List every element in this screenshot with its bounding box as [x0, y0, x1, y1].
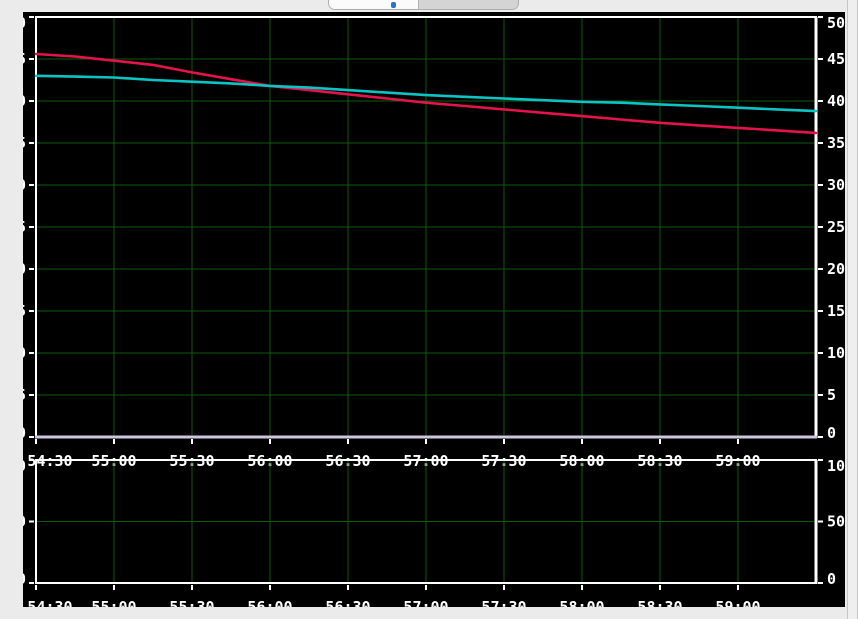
- y-tick-label-left: 25: [23, 218, 26, 236]
- y-tick-label-left: 15: [23, 302, 26, 320]
- view-toggle-segment-unselected[interactable]: [419, 0, 518, 9]
- y-tick-label-left: 50: [23, 513, 26, 531]
- y-tick-label-left: 0: [23, 570, 26, 588]
- y-tick-label-right: 30: [827, 176, 845, 194]
- y-tick-label-right: 35: [827, 134, 845, 152]
- y-tick-label-left: 0: [23, 424, 26, 442]
- y-tick-label-right: 45: [827, 50, 845, 68]
- x-tick-label: 54:30: [27, 598, 72, 607]
- view-toggle[interactable]: [328, 0, 519, 10]
- x-tick-label: 57:00: [403, 598, 448, 607]
- temperature-chart: 54:3055:0055:3056:0056:3057:0057:3058:00…: [23, 14, 845, 470]
- chart-panel: 54:30 55:00 55:30 56:00 56:30 57:00 57:30 58:00…: [23, 12, 845, 607]
- vertical-scrollbar[interactable]: [847, 0, 858, 619]
- view-toggle-segment-selected[interactable]: [329, 0, 419, 9]
- y-tick-label-left: 50: [23, 14, 26, 32]
- percent-chart: 54:30 55:00 55:30 56:00 56:30 57:00 57:30 58:00…: [23, 457, 845, 607]
- y-tick-label-right: 40: [827, 92, 845, 110]
- y-tick-label-right: 50: [827, 14, 845, 32]
- x-tick-label: 58:30: [637, 598, 682, 607]
- x-tick-label: 56:30: [325, 598, 370, 607]
- x-tick-label: 55:00: [91, 598, 136, 607]
- y-tick-label-left: 10: [23, 344, 26, 362]
- y-tick-label-right: 0: [827, 570, 836, 588]
- y-tick-label-right: 10: [827, 344, 845, 362]
- y-tick-label-right: 100: [827, 457, 845, 475]
- grid-lines: [36, 460, 816, 583]
- selected-tab-accent-mark: [391, 2, 396, 8]
- y-tick-label-right: 50: [827, 513, 845, 531]
- axis-labels: 54:3055:0055:3056:0056:3057:0057:3058:00…: [23, 14, 845, 470]
- x-tick-label: 56:00: [247, 598, 292, 607]
- y-tick-label-left: 100: [23, 457, 26, 475]
- y-tick-label-right: 15: [827, 302, 845, 320]
- y-tick-label-left: 30: [23, 176, 26, 194]
- y-tick-label-left: 5: [23, 386, 26, 404]
- x-tick-label: 59:00: [715, 598, 760, 607]
- x-tick-label: 57:30: [481, 598, 526, 607]
- y-tick-label-right: 25: [827, 218, 845, 236]
- axis-labels: 54:30 55:00 55:30 56:00 56:30 57:00 57:30 58:00…: [23, 457, 845, 607]
- y-tick-label-left: 35: [23, 134, 26, 152]
- x-tick-label: 55:30: [169, 598, 214, 607]
- charts-svg: 54:30 55:00 55:30 56:00 56:30 57:00 57:30 58:00…: [23, 12, 845, 607]
- y-tick-label-left: 40: [23, 92, 26, 110]
- y-tick-label-left: 20: [23, 260, 26, 278]
- y-tick-label-right: 5: [827, 386, 836, 404]
- y-tick-label-right: 0: [827, 424, 836, 442]
- y-tick-label-right: 20: [827, 260, 845, 278]
- y-tick-label-left: 45: [23, 50, 26, 68]
- x-tick-label: 58:00: [559, 598, 604, 607]
